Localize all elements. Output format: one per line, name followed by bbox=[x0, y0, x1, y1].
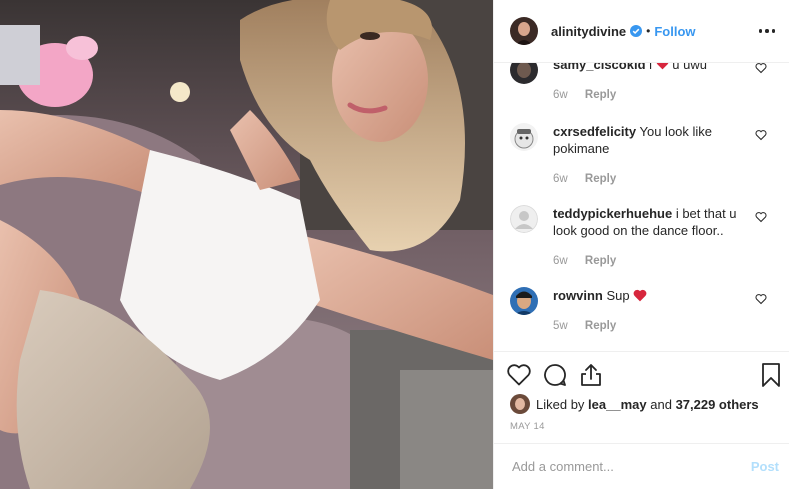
comment-item: rowvinn Sup 5w Reply bbox=[510, 287, 775, 335]
comment-item: cxrsedfelicity You look like pokimane 6w… bbox=[510, 123, 775, 188]
author-avatar[interactable] bbox=[510, 17, 538, 45]
comment-text-suffix: u uwu bbox=[672, 63, 707, 72]
post-header: alinitydivine • Follow bbox=[494, 0, 789, 63]
post-comment-button[interactable]: Post bbox=[751, 459, 779, 474]
like-comment-icon[interactable] bbox=[755, 211, 767, 223]
reply-button[interactable]: Reply bbox=[585, 255, 616, 267]
likes-summary: Liked by lea__may and 37,229 others bbox=[510, 394, 759, 414]
like-comment-icon[interactable] bbox=[755, 129, 767, 141]
comment-time: 6w bbox=[553, 89, 568, 101]
follow-button[interactable]: Follow bbox=[654, 24, 695, 39]
instagram-post: alinitydivine • Follow samy_ciscokid i u… bbox=[0, 0, 789, 489]
liked-by-and: and bbox=[650, 396, 672, 412]
commenter-username[interactable]: cxrsedfelicity bbox=[553, 124, 636, 139]
post-image bbox=[0, 0, 493, 489]
post-date[interactable]: MAY 14 bbox=[510, 421, 545, 432]
reply-button[interactable]: Reply bbox=[585, 320, 616, 332]
header-separator: • bbox=[646, 24, 651, 38]
share-icon[interactable] bbox=[578, 362, 604, 388]
avatar-image bbox=[510, 394, 530, 414]
commenter-avatar[interactable] bbox=[510, 205, 538, 233]
avatar-image bbox=[510, 287, 538, 315]
verified-badge-icon bbox=[630, 25, 643, 37]
comment-time: 5w bbox=[553, 320, 568, 332]
avatar-image bbox=[510, 205, 538, 233]
author-username[interactable]: alinitydivine bbox=[551, 24, 626, 39]
like-comment-icon[interactable] bbox=[755, 63, 767, 74]
liker-avatar[interactable] bbox=[510, 394, 530, 414]
commenter-avatar[interactable] bbox=[510, 123, 538, 151]
reply-button[interactable]: Reply bbox=[585, 173, 616, 185]
comments-list[interactable]: samy_ciscokid i u uwu 6w Reply cxrsedfel… bbox=[494, 63, 789, 351]
commenter-username[interactable]: samy_ciscokid bbox=[553, 63, 646, 72]
reply-button[interactable]: Reply bbox=[585, 89, 616, 101]
post-actions-bar bbox=[494, 351, 789, 398]
like-icon[interactable] bbox=[506, 362, 532, 388]
add-comment-input[interactable] bbox=[510, 458, 751, 475]
avatar-image bbox=[510, 123, 538, 151]
more-options-icon[interactable] bbox=[758, 29, 775, 33]
comment-icon[interactable] bbox=[542, 362, 568, 388]
comment-time: 6w bbox=[553, 173, 568, 185]
likes-count-link[interactable]: 37,229 others bbox=[676, 397, 759, 412]
post-photo[interactable] bbox=[0, 0, 493, 489]
commenter-avatar[interactable] bbox=[510, 63, 538, 84]
like-comment-icon[interactable] bbox=[755, 293, 767, 305]
comment-time: 6w bbox=[553, 255, 568, 267]
add-comment-bar: Post bbox=[494, 443, 789, 489]
comment-item: teddypickerhuehue i bet that u look good… bbox=[510, 205, 775, 270]
comment-text: Sup bbox=[606, 288, 630, 303]
commenter-username[interactable]: teddypickerhuehue bbox=[553, 206, 672, 221]
heart-emoji-icon bbox=[656, 63, 668, 70]
bookmark-icon[interactable] bbox=[758, 362, 784, 388]
comment-text: i bbox=[649, 63, 653, 72]
commenter-username[interactable]: rowvinn bbox=[553, 288, 603, 303]
avatar-image bbox=[510, 63, 538, 84]
commenter-avatar[interactable] bbox=[510, 287, 538, 315]
heart-emoji-icon bbox=[633, 289, 647, 302]
comment-item: samy_ciscokid i u uwu 6w Reply bbox=[510, 63, 775, 104]
liked-by-prefix: Liked by bbox=[536, 396, 585, 412]
post-side-panel: alinitydivine • Follow samy_ciscokid i u… bbox=[493, 0, 789, 489]
liker-username[interactable]: lea__may bbox=[588, 397, 647, 412]
avatar-image bbox=[510, 17, 538, 45]
